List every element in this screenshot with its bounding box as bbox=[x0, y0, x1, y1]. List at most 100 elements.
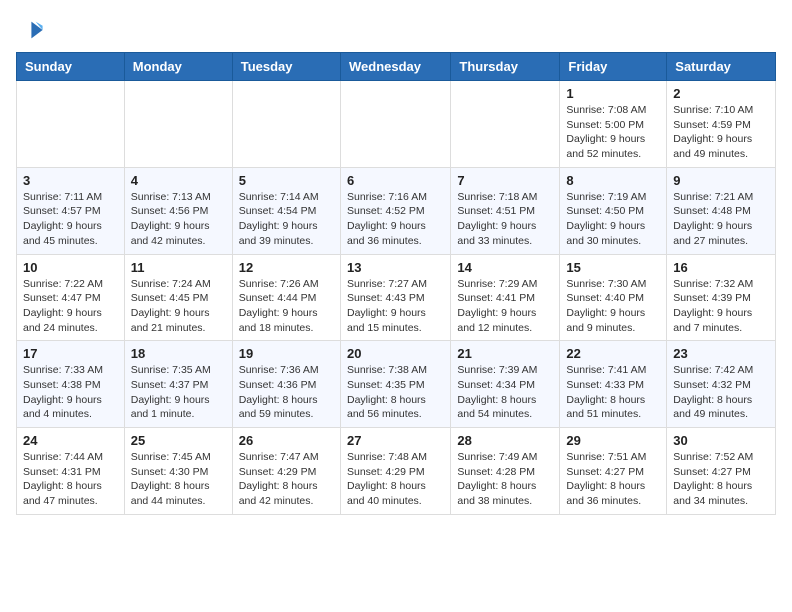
day-number: 24 bbox=[23, 433, 118, 448]
day-number: 2 bbox=[673, 86, 769, 101]
day-info: Sunrise: 7:08 AM Sunset: 5:00 PM Dayligh… bbox=[566, 103, 660, 162]
day-info: Sunrise: 7:14 AM Sunset: 4:54 PM Dayligh… bbox=[239, 190, 334, 249]
calendar-cell: 5Sunrise: 7:14 AM Sunset: 4:54 PM Daylig… bbox=[232, 167, 340, 254]
calendar-cell: 15 Sunrise: 7:30 AM Sunset: 4:40 PM Dayli… bbox=[560, 254, 667, 341]
day-number: 3 bbox=[23, 173, 118, 188]
day-number: 4 bbox=[131, 173, 226, 188]
calendar-cell: 8 Sunrise: 7:19 AM Sunset: 4:50 PM Daylig… bbox=[560, 167, 667, 254]
day-info: Sunrise: 7:11 AM Sunset: 4:57 PM Dayligh… bbox=[23, 190, 118, 249]
calendar-week-1: 1 Sunrise: 7:08 AM Sunset: 5:00 PM Daylig… bbox=[17, 81, 776, 168]
day-info: Sunrise: 7:45 AM Sunset: 4:30 PM Dayligh… bbox=[131, 450, 226, 509]
day-info: Sunrise: 7:48 AM Sunset: 4:29 PM Dayligh… bbox=[347, 450, 444, 509]
day-info: Sunrise: 7:38 AM Sunset: 4:35 PM Dayligh… bbox=[347, 363, 444, 422]
day-number: 16 bbox=[673, 260, 769, 275]
day-number: 18 bbox=[131, 346, 226, 361]
day-number: 22 bbox=[566, 346, 660, 361]
calendar-cell: 18 Sunrise: 7:35 AM Sunset: 4:37 PM Dayli… bbox=[124, 341, 232, 428]
col-header-saturday: Saturday bbox=[667, 53, 776, 81]
day-number: 26 bbox=[239, 433, 334, 448]
calendar-week-3: 10 Sunrise: 7:22 AM Sunset: 4:47 PM Dayli… bbox=[17, 254, 776, 341]
day-number: 11 bbox=[131, 260, 226, 275]
day-info: Sunrise: 7:27 AM Sunset: 4:43 PM Dayligh… bbox=[347, 277, 444, 336]
calendar-cell: 29 Sunrise: 7:51 AM Sunset: 4:27 PM Dayli… bbox=[560, 428, 667, 515]
day-number: 8 bbox=[566, 173, 660, 188]
calendar-week-2: 3 Sunrise: 7:11 AM Sunset: 4:57 PM Daylig… bbox=[17, 167, 776, 254]
calendar-cell: 11 Sunrise: 7:24 AM Sunset: 4:45 PM Dayli… bbox=[124, 254, 232, 341]
day-number: 30 bbox=[673, 433, 769, 448]
calendar-cell: 13 Sunrise: 7:27 AM Sunset: 4:43 PM Dayli… bbox=[340, 254, 450, 341]
calendar-cell: 2 Sunrise: 7:10 AM Sunset: 4:59 PM Daylig… bbox=[667, 81, 776, 168]
calendar-cell bbox=[232, 81, 340, 168]
day-info: Sunrise: 7:51 AM Sunset: 4:27 PM Dayligh… bbox=[566, 450, 660, 509]
calendar-cell: 12Sunrise: 7:26 AM Sunset: 4:44 PM Dayli… bbox=[232, 254, 340, 341]
day-info: Sunrise: 7:32 AM Sunset: 4:39 PM Dayligh… bbox=[673, 277, 769, 336]
col-header-tuesday: Tuesday bbox=[232, 53, 340, 81]
day-info: Sunrise: 7:10 AM Sunset: 4:59 PM Dayligh… bbox=[673, 103, 769, 162]
calendar-cell bbox=[17, 81, 125, 168]
calendar-cell: 10 Sunrise: 7:22 AM Sunset: 4:47 PM Dayli… bbox=[17, 254, 125, 341]
calendar-cell: 30 Sunrise: 7:52 AM Sunset: 4:27 PM Dayli… bbox=[667, 428, 776, 515]
calendar-cell: 22 Sunrise: 7:41 AM Sunset: 4:33 PM Dayli… bbox=[560, 341, 667, 428]
day-number: 29 bbox=[566, 433, 660, 448]
day-info: Sunrise: 7:41 AM Sunset: 4:33 PM Dayligh… bbox=[566, 363, 660, 422]
day-info: Sunrise: 7:44 AM Sunset: 4:31 PM Dayligh… bbox=[23, 450, 118, 509]
col-header-thursday: Thursday bbox=[451, 53, 560, 81]
day-info: Sunrise: 7:22 AM Sunset: 4:47 PM Dayligh… bbox=[23, 277, 118, 336]
page-header bbox=[16, 16, 776, 44]
calendar-cell: 20 Sunrise: 7:38 AM Sunset: 4:35 PM Dayli… bbox=[340, 341, 450, 428]
calendar-cell: 23 Sunrise: 7:42 AM Sunset: 4:32 PM Dayli… bbox=[667, 341, 776, 428]
day-info: Sunrise: 7:16 AM Sunset: 4:52 PM Dayligh… bbox=[347, 190, 444, 249]
calendar-cell: 25Sunrise: 7:45 AM Sunset: 4:30 PM Dayli… bbox=[124, 428, 232, 515]
day-info: Sunrise: 7:29 AM Sunset: 4:41 PM Dayligh… bbox=[457, 277, 553, 336]
day-number: 20 bbox=[347, 346, 444, 361]
col-header-friday: Friday bbox=[560, 53, 667, 81]
day-info: Sunrise: 7:36 AM Sunset: 4:36 PM Dayligh… bbox=[239, 363, 334, 422]
calendar-cell: 4 Sunrise: 7:13 AM Sunset: 4:56 PM Daylig… bbox=[124, 167, 232, 254]
calendar-cell: 21 Sunrise: 7:39 AM Sunset: 4:34 PM Dayli… bbox=[451, 341, 560, 428]
day-info: Sunrise: 7:30 AM Sunset: 4:40 PM Dayligh… bbox=[566, 277, 660, 336]
col-header-wednesday: Wednesday bbox=[340, 53, 450, 81]
calendar-cell: 28 Sunrise: 7:49 AM Sunset: 4:28 PM Dayli… bbox=[451, 428, 560, 515]
day-info: Sunrise: 7:13 AM Sunset: 4:56 PM Dayligh… bbox=[131, 190, 226, 249]
day-number: 13 bbox=[347, 260, 444, 275]
calendar-table: SundayMondayTuesdayWednesdayThursdayFrid… bbox=[16, 52, 776, 515]
day-number: 9 bbox=[673, 173, 769, 188]
day-number: 28 bbox=[457, 433, 553, 448]
day-number: 23 bbox=[673, 346, 769, 361]
day-info: Sunrise: 7:47 AM Sunset: 4:29 PM Dayligh… bbox=[239, 450, 334, 509]
day-info: Sunrise: 7:39 AM Sunset: 4:34 PM Dayligh… bbox=[457, 363, 553, 422]
day-number: 14 bbox=[457, 260, 553, 275]
col-header-monday: Monday bbox=[124, 53, 232, 81]
calendar-cell: 27 Sunrise: 7:48 AM Sunset: 4:29 PM Dayli… bbox=[340, 428, 450, 515]
day-info: Sunrise: 7:49 AM Sunset: 4:28 PM Dayligh… bbox=[457, 450, 553, 509]
logo bbox=[16, 16, 46, 44]
calendar-cell bbox=[124, 81, 232, 168]
day-info: Sunrise: 7:52 AM Sunset: 4:27 PM Dayligh… bbox=[673, 450, 769, 509]
day-number: 1 bbox=[566, 86, 660, 101]
calendar-cell: 1 Sunrise: 7:08 AM Sunset: 5:00 PM Daylig… bbox=[560, 81, 667, 168]
calendar-cell: 14 Sunrise: 7:29 AM Sunset: 4:41 PM Dayli… bbox=[451, 254, 560, 341]
calendar-cell: 24 Sunrise: 7:44 AM Sunset: 4:31 PM Dayli… bbox=[17, 428, 125, 515]
day-number: 17 bbox=[23, 346, 118, 361]
day-info: Sunrise: 7:35 AM Sunset: 4:37 PM Dayligh… bbox=[131, 363, 226, 422]
calendar-cell: 19 Sunrise: 7:36 AM Sunset: 4:36 PM Dayli… bbox=[232, 341, 340, 428]
calendar-week-4: 17 Sunrise: 7:33 AM Sunset: 4:38 PM Dayli… bbox=[17, 341, 776, 428]
calendar-cell: 3 Sunrise: 7:11 AM Sunset: 4:57 PM Daylig… bbox=[17, 167, 125, 254]
day-number: 27 bbox=[347, 433, 444, 448]
calendar-cell: 26 Sunrise: 7:47 AM Sunset: 4:29 PM Dayli… bbox=[232, 428, 340, 515]
day-info: Sunrise: 7:21 AM Sunset: 4:48 PM Dayligh… bbox=[673, 190, 769, 249]
day-number: 21 bbox=[457, 346, 553, 361]
day-number: 6 bbox=[347, 173, 444, 188]
day-info: Sunrise: 7:24 AM Sunset: 4:45 PM Dayligh… bbox=[131, 277, 226, 336]
day-number: 19 bbox=[239, 346, 334, 361]
day-number: 15 bbox=[566, 260, 660, 275]
day-info: Sunrise: 7:19 AM Sunset: 4:50 PM Dayligh… bbox=[566, 190, 660, 249]
day-number: 10 bbox=[23, 260, 118, 275]
calendar-week-5: 24 Sunrise: 7:44 AM Sunset: 4:31 PM Dayli… bbox=[17, 428, 776, 515]
calendar-cell: 6 Sunrise: 7:16 AM Sunset: 4:52 PM Daylig… bbox=[340, 167, 450, 254]
calendar-cell: 16 Sunrise: 7:32 AM Sunset: 4:39 PM Dayli… bbox=[667, 254, 776, 341]
day-info: Sunrise: 7:18 AM Sunset: 4:51 PM Dayligh… bbox=[457, 190, 553, 249]
day-info: Sunrise: 7:33 AM Sunset: 4:38 PM Dayligh… bbox=[23, 363, 118, 422]
day-info: Sunrise: 7:42 AM Sunset: 4:32 PM Dayligh… bbox=[673, 363, 769, 422]
day-number: 7 bbox=[457, 173, 553, 188]
